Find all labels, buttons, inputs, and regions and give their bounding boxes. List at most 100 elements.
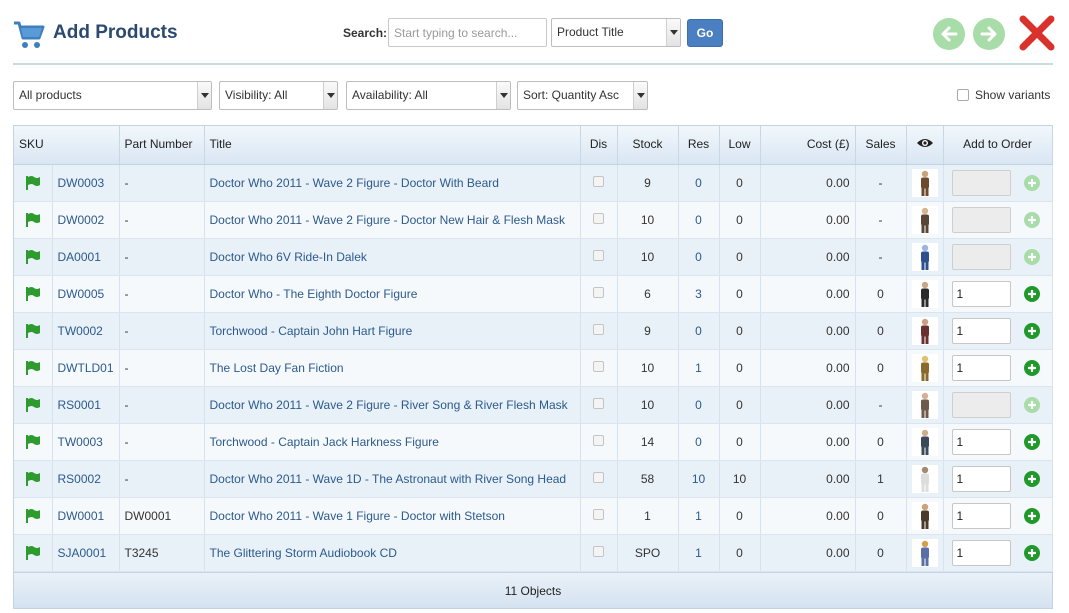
product-thumbnail[interactable] xyxy=(911,390,938,419)
res-cell[interactable]: 3 xyxy=(678,275,720,313)
table-row[interactable]: RS0002- Doctor Who 2011 - Wave 1D - The A… xyxy=(14,460,1053,498)
sku-cell[interactable]: RS0001 xyxy=(52,386,120,424)
title-cell[interactable]: Doctor Who 2011 - Wave 2 Figure - Doctor… xyxy=(204,201,581,239)
product-thumbnail[interactable] xyxy=(911,316,938,345)
sku-cell[interactable]: SJA0001 xyxy=(52,534,120,572)
title-cell[interactable]: Doctor Who 2011 - Wave 1D - The Astronau… xyxy=(204,460,581,498)
quantity-input[interactable]: 1 xyxy=(951,502,1011,529)
dis-checkbox[interactable] xyxy=(593,471,604,483)
dis-checkbox[interactable] xyxy=(593,286,604,298)
plus-circle-icon[interactable] xyxy=(1023,507,1040,524)
sku-cell[interactable]: DA0001 xyxy=(52,238,120,276)
flag-icon[interactable] xyxy=(25,323,41,339)
res-cell[interactable]: 10 xyxy=(678,460,720,498)
title-cell[interactable]: Doctor Who 2011 - Wave 2 Figure - River … xyxy=(204,386,581,424)
product-thumbnail[interactable] xyxy=(911,464,938,493)
res-cell[interactable]: 0 xyxy=(678,423,720,461)
plus-circle-icon[interactable] xyxy=(1023,470,1040,487)
title-cell[interactable]: Doctor Who 2011 - Wave 1 Figure - Doctor… xyxy=(204,497,581,535)
sku-cell[interactable]: DW0003 xyxy=(52,164,120,202)
product-thumbnail[interactable] xyxy=(911,205,938,234)
go-button[interactable]: Go xyxy=(687,19,723,47)
dis-checkbox[interactable] xyxy=(593,323,604,335)
product-thumbnail[interactable] xyxy=(911,168,938,197)
sku-cell[interactable]: DWTLD01 xyxy=(52,349,120,387)
sku-cell[interactable]: RS0002 xyxy=(52,460,120,498)
sku-cell[interactable]: DW0005 xyxy=(52,275,120,313)
column-header-add-to-order[interactable]: Add to Order xyxy=(943,126,1053,165)
title-cell[interactable]: The Lost Day Fan Fiction xyxy=(204,349,581,387)
close-icon[interactable] xyxy=(1019,15,1055,51)
column-header-stock[interactable]: Stock xyxy=(617,126,679,165)
res-cell[interactable]: 0 xyxy=(678,238,720,276)
sku-cell[interactable]: DW0002 xyxy=(52,201,120,239)
res-cell[interactable]: 1 xyxy=(678,349,720,387)
column-header-sales[interactable]: Sales xyxy=(855,126,907,165)
flag-icon[interactable] xyxy=(25,286,41,302)
res-cell[interactable]: 0 xyxy=(678,386,720,424)
dis-checkbox[interactable] xyxy=(593,212,604,224)
title-cell[interactable]: Torchwood - Captain John Hart Figure xyxy=(204,312,581,350)
table-row[interactable]: TW0002- Torchwood - Captain John Hart Fig… xyxy=(14,312,1053,350)
title-cell[interactable]: Torchwood - Captain Jack Harkness Figure xyxy=(204,423,581,461)
dis-checkbox[interactable] xyxy=(593,508,604,520)
show-variants-checkbox[interactable] xyxy=(957,89,969,101)
table-row[interactable]: DWTLD01- The Lost Day Fan Fiction 10 1 0 0.00… xyxy=(14,349,1053,387)
sort-select[interactable]: Sort: Quantity Asc xyxy=(517,81,648,110)
column-header-dis[interactable]: Dis xyxy=(580,126,618,165)
quantity-input[interactable]: 1 xyxy=(951,539,1011,566)
product-thumbnail[interactable] xyxy=(911,427,938,456)
dis-checkbox[interactable] xyxy=(593,434,604,446)
plus-circle-icon[interactable] xyxy=(1023,544,1040,561)
quantity-input[interactable]: 1 xyxy=(951,465,1011,492)
title-cell[interactable]: Doctor Who 2011 - Wave 2 Figure - Doctor… xyxy=(204,164,581,202)
title-cell[interactable]: The Glittering Storm Audiobook CD xyxy=(204,534,581,572)
product-thumbnail[interactable] xyxy=(911,501,938,530)
back-button[interactable] xyxy=(933,18,965,50)
res-cell[interactable]: 0 xyxy=(678,164,720,202)
dis-checkbox[interactable] xyxy=(593,175,604,187)
flag-icon[interactable] xyxy=(25,360,41,376)
search-input[interactable] xyxy=(388,18,547,47)
column-header-low[interactable]: Low xyxy=(719,126,761,165)
flag-icon[interactable] xyxy=(25,397,41,413)
quantity-input[interactable]: 1 xyxy=(951,354,1011,381)
plus-circle-icon[interactable] xyxy=(1023,433,1040,450)
products-filter-select[interactable]: All products xyxy=(13,81,212,110)
column-header-part-number[interactable]: Part Number xyxy=(119,126,205,165)
table-row[interactable]: DW0001 DW0001 Doctor Who 2011 - Wave 1 Fig… xyxy=(14,497,1053,535)
flag-icon[interactable] xyxy=(25,545,41,561)
dis-checkbox[interactable] xyxy=(593,397,604,409)
flag-icon[interactable] xyxy=(25,175,41,191)
table-row[interactable]: SJA0001 T3245 The Glittering Storm Audiobo… xyxy=(14,534,1053,572)
table-row[interactable]: DA0001- Doctor Who 6V Ride-In Dalek 10 0 0 0.… xyxy=(14,238,1053,276)
forward-button[interactable] xyxy=(973,18,1005,50)
quantity-input[interactable]: 1 xyxy=(951,317,1011,344)
flag-icon[interactable] xyxy=(25,212,41,228)
quantity-input[interactable]: 1 xyxy=(951,428,1011,455)
column-header-cost[interactable]: Cost (£) xyxy=(760,126,856,165)
product-thumbnail[interactable] xyxy=(911,353,938,382)
column-header-title[interactable]: Title xyxy=(204,126,581,165)
product-thumbnail[interactable] xyxy=(911,279,938,308)
column-header-sku[interactable]: SKU xyxy=(14,126,120,165)
title-cell[interactable]: Doctor Who 6V Ride-In Dalek xyxy=(204,238,581,276)
table-row[interactable]: RS0001- Doctor Who 2011 - Wave 2 Figure -… xyxy=(14,386,1053,424)
product-thumbnail[interactable] xyxy=(911,538,938,567)
product-thumbnail[interactable] xyxy=(911,242,938,271)
plus-circle-icon[interactable] xyxy=(1023,359,1040,376)
table-row[interactable]: DW0005- Doctor Who - The Eighth Doctor Fi… xyxy=(14,275,1053,313)
flag-icon[interactable] xyxy=(25,249,41,265)
sku-cell[interactable]: DW0001 xyxy=(52,497,120,535)
res-cell[interactable]: 1 xyxy=(678,534,720,572)
title-cell[interactable]: Doctor Who - The Eighth Doctor Figure xyxy=(204,275,581,313)
flag-icon[interactable] xyxy=(25,508,41,524)
res-cell[interactable]: 0 xyxy=(678,312,720,350)
plus-circle-icon[interactable] xyxy=(1023,285,1040,302)
sku-cell[interactable]: TW0003 xyxy=(52,423,120,461)
show-variants-toggle[interactable]: Show variants xyxy=(957,88,1050,102)
table-row[interactable]: TW0003- Torchwood - Captain Jack Harkness… xyxy=(14,423,1053,461)
res-cell[interactable]: 0 xyxy=(678,201,720,239)
flag-icon[interactable] xyxy=(25,434,41,450)
table-row[interactable]: DW0002- Doctor Who 2011 - Wave 2 Figure -… xyxy=(14,201,1053,239)
